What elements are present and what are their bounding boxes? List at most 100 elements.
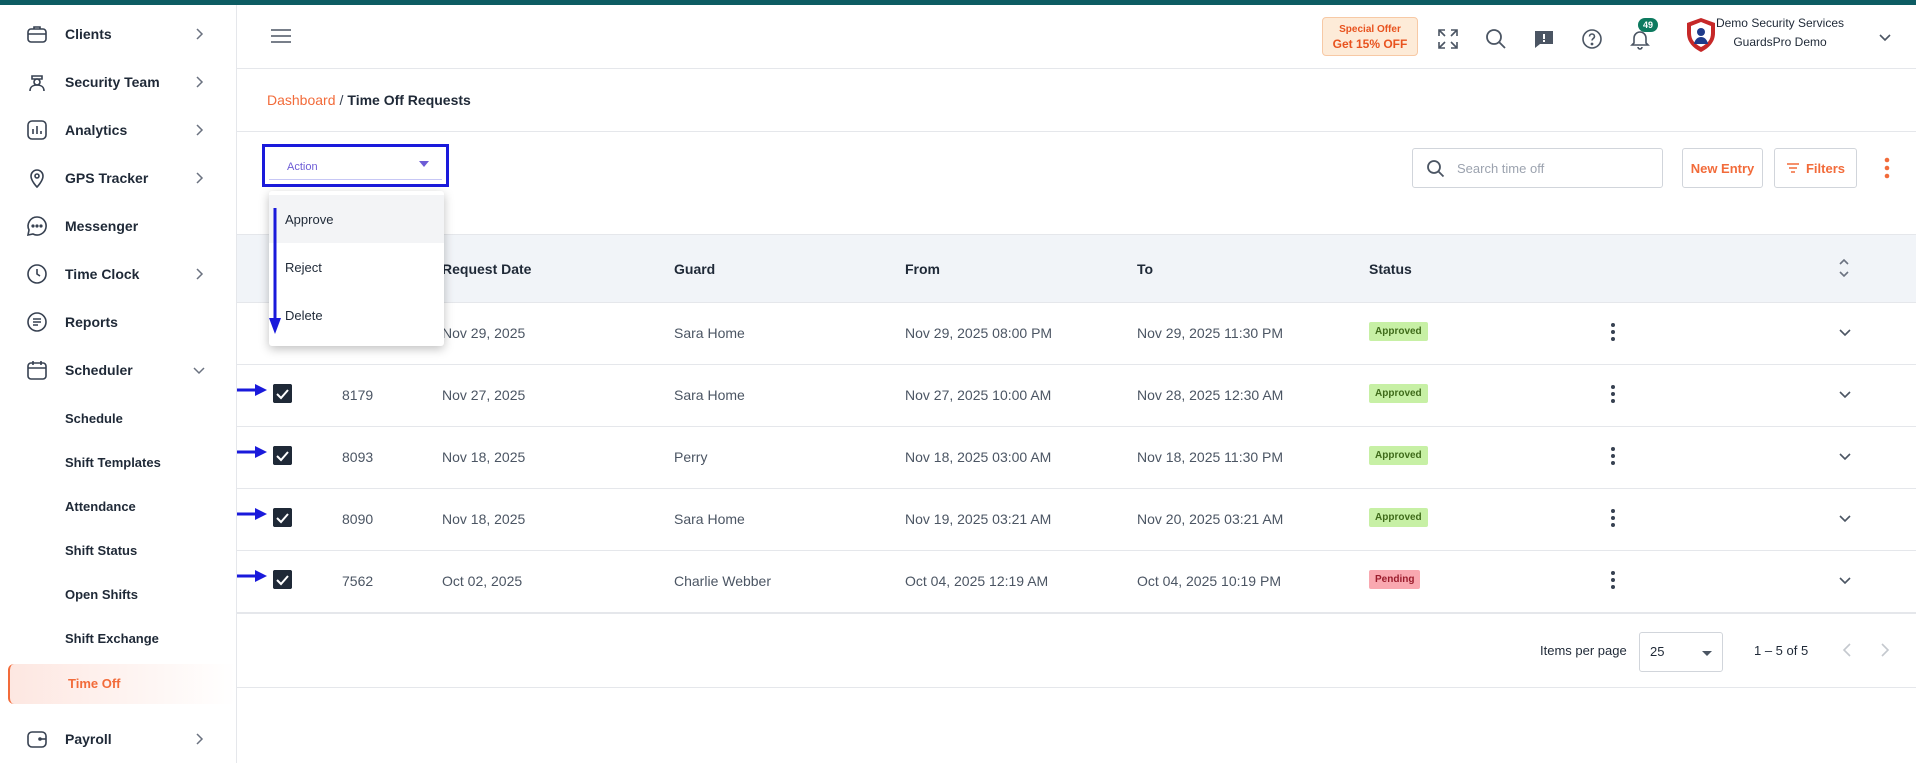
column-header-to[interactable]: To — [1137, 261, 1153, 277]
sidebar-item-label: Scheduler — [65, 362, 133, 378]
row-actions-icon[interactable] — [1610, 570, 1616, 590]
column-header-from[interactable]: From — [905, 261, 940, 277]
expand-row-chevron-icon[interactable] — [1838, 511, 1852, 525]
hamburger-menu-icon[interactable] — [271, 28, 291, 44]
row-checkbox[interactable] — [273, 446, 292, 465]
search-box[interactable] — [1412, 148, 1663, 188]
chevron-down-icon[interactable] — [1878, 30, 1892, 44]
sidebar-subitem-shift-status[interactable]: Shift Status — [65, 543, 137, 558]
column-header-guard[interactable]: Guard — [674, 261, 715, 277]
action-dropdown-menu: Approve Reject Delete — [269, 191, 444, 346]
cell-from: Oct 04, 2025 12:19 AM — [905, 573, 1049, 589]
location-pin-icon — [30, 169, 44, 189]
sidebar-item-security-team[interactable]: Security Team — [0, 60, 237, 104]
sidebar-subitem-shift-exchange[interactable]: Shift Exchange — [65, 631, 159, 646]
annotation-arrow-right-icon — [237, 570, 267, 582]
column-header-request-date[interactable]: Request Date — [442, 261, 531, 277]
chevron-right-icon — [196, 172, 204, 184]
sidebar-item-scheduler[interactable]: Scheduler — [0, 348, 237, 392]
expand-row-chevron-icon[interactable] — [1838, 325, 1852, 339]
action-option-reject[interactable]: Reject — [269, 243, 444, 291]
row-actions-icon[interactable] — [1610, 508, 1616, 528]
pagination-bar: Items per page 25 1 – 5 of 5 — [237, 613, 1916, 688]
sidebar-item-analytics[interactable]: Analytics — [0, 108, 237, 152]
next-page-icon[interactable] — [1877, 642, 1891, 658]
expand-row-chevron-icon[interactable] — [1838, 449, 1852, 463]
sidebar-item-label: Clients — [65, 26, 112, 42]
sidebar-item-payroll[interactable]: Payroll — [0, 717, 237, 761]
sort-toggle-icon[interactable] — [1838, 257, 1850, 279]
clock-icon — [27, 264, 47, 284]
action-option-approve[interactable]: Approve — [269, 195, 444, 243]
cell-guard: Sara Home — [674, 387, 745, 403]
table-header: Request Date Guard From To Status — [237, 234, 1916, 303]
cell-id: 7562 — [342, 573, 374, 589]
fullscreen-icon[interactable] — [1437, 28, 1459, 50]
row-checkbox[interactable] — [273, 508, 292, 527]
table-row[interactable]: 8179 Nov 27, 2025 Sara Home Nov 27, 2025… — [237, 365, 1916, 427]
row-actions-icon[interactable] — [1610, 384, 1616, 404]
sidebar-item-messenger[interactable]: Messenger — [0, 204, 237, 248]
cell-request-date: Nov 18, 2025 — [442, 511, 526, 527]
row-checkbox[interactable] — [273, 570, 292, 589]
status-badge: Approved — [1369, 384, 1428, 403]
expand-row-chevron-icon[interactable] — [1838, 573, 1852, 587]
action-select[interactable]: Action — [269, 151, 442, 180]
help-icon[interactable] — [1581, 28, 1603, 50]
items-per-page-select[interactable]: 25 — [1639, 632, 1723, 672]
cell-request-date: Oct 02, 2025 — [442, 573, 523, 589]
sidebar-item-label: Time Clock — [65, 266, 140, 282]
sidebar-subitem-label: Time Off — [68, 676, 121, 691]
cell-from: Nov 27, 2025 10:00 AM — [905, 387, 1052, 403]
action-option-delete[interactable]: Delete — [269, 291, 444, 339]
cell-from: Nov 29, 2025 08:00 PM — [905, 325, 1053, 341]
search-input[interactable] — [1457, 158, 1652, 178]
row-actions-icon[interactable] — [1610, 446, 1616, 466]
table-row[interactable]: 8090 Nov 18, 2025 Sara Home Nov 19, 2025… — [237, 489, 1916, 551]
sidebar: Clients Security Team Analytics GPS Trac… — [0, 5, 237, 763]
search-icon[interactable] — [1485, 28, 1507, 50]
sidebar-subitem-shift-templates[interactable]: Shift Templates — [65, 455, 161, 470]
search-icon — [1427, 160, 1445, 178]
sidebar-item-label: Payroll — [65, 731, 112, 747]
action-option-label: Approve — [285, 212, 334, 227]
chevron-down-icon — [193, 367, 205, 375]
cell-id: 8179 — [342, 387, 374, 403]
sidebar-subitem-schedule[interactable]: Schedule — [65, 411, 123, 426]
company-info[interactable]: Demo Security Services GuardsPro Demo — [1705, 16, 1855, 49]
cell-id: 8093 — [342, 449, 374, 465]
sidebar-subitem-attendance[interactable]: Attendance — [65, 499, 136, 514]
sidebar-item-gps-tracker[interactable]: GPS Tracker — [0, 156, 237, 200]
action-select-highlight: Action — [262, 144, 449, 187]
sidebar-item-label: Security Team — [65, 74, 160, 90]
cell-to: Nov 29, 2025 11:30 PM — [1137, 325, 1284, 341]
filters-button-label: Filters — [1805, 160, 1845, 176]
expand-row-chevron-icon[interactable] — [1838, 387, 1852, 401]
annotation-arrow-right-icon — [237, 384, 267, 396]
annotation-arrow-down-icon — [269, 208, 281, 334]
table-row[interactable]: 8093 Nov 18, 2025 Perry Nov 18, 2025 03:… — [237, 427, 1916, 489]
sidebar-item-reports[interactable]: Reports — [0, 300, 237, 344]
sidebar-item-clients[interactable]: Clients — [0, 12, 237, 56]
sidebar-subitem-open-shifts[interactable]: Open Shifts — [65, 587, 138, 602]
row-checkbox[interactable] — [273, 384, 292, 403]
feedback-icon[interactable] — [1533, 28, 1555, 50]
breadcrumb: Dashboard / Time Off Requests — [267, 92, 471, 108]
row-actions-icon[interactable] — [1610, 322, 1616, 342]
special-offer-button[interactable]: Special Offer Get 15% OFF — [1322, 17, 1418, 56]
sidebar-item-time-clock[interactable]: Time Clock — [0, 252, 237, 296]
more-options-icon[interactable] — [1883, 156, 1891, 180]
table-row[interactable]: Nov 29, 2025 Sara Home Nov 29, 2025 08:0… — [237, 303, 1916, 365]
sidebar-subitem-time-off[interactable]: Time Off — [8, 664, 236, 704]
new-entry-button[interactable]: New Entry — [1682, 148, 1763, 188]
cell-request-date: Nov 29, 2025 — [442, 325, 526, 341]
breadcrumb-dashboard-link[interactable]: Dashboard — [267, 92, 336, 108]
filters-button[interactable]: Filters — [1774, 148, 1857, 188]
column-header-status[interactable]: Status — [1369, 261, 1412, 277]
cell-to: Oct 04, 2025 10:19 PM — [1137, 573, 1281, 589]
cell-to: Nov 18, 2025 11:30 PM — [1137, 449, 1284, 465]
table-row[interactable]: 7562 Oct 02, 2025 Charlie Webber Oct 04,… — [237, 551, 1916, 613]
previous-page-icon[interactable] — [1841, 642, 1855, 658]
wallet-icon — [27, 731, 47, 748]
page-title: Time Off Requests — [347, 92, 471, 108]
